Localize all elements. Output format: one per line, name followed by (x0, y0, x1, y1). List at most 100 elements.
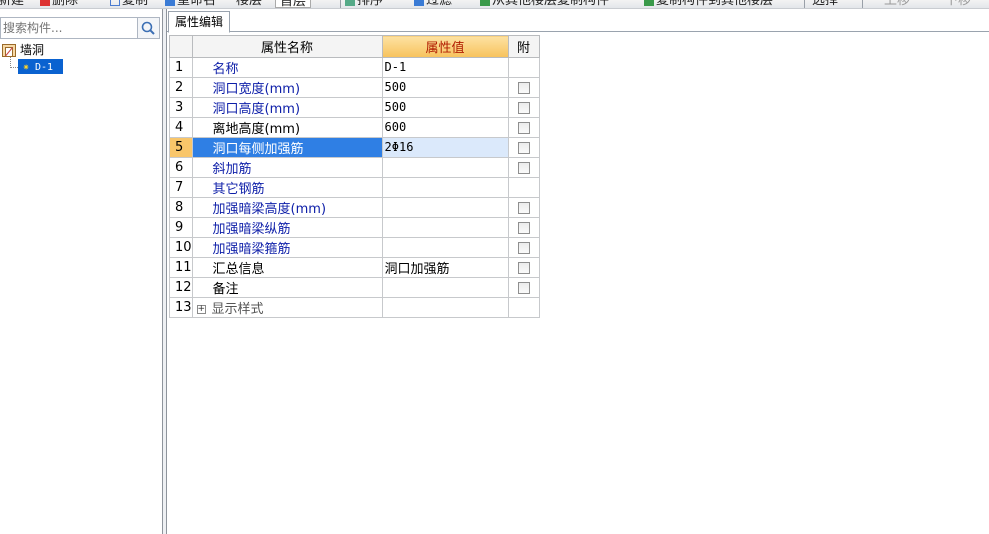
table-row[interactable]: 1 名称 D-1 (169, 57, 540, 78)
tree-node-d1[interactable]: ✷ D-1 (18, 59, 63, 74)
property-value[interactable] (381, 177, 509, 198)
property-value-text: 洞口加强筋 (384, 262, 450, 277)
property-value-text: D-1 (384, 60, 407, 74)
table-row[interactable]: 10 加强暗梁箍筋 (169, 237, 540, 258)
extra-checkbox[interactable] (517, 161, 530, 174)
new-button[interactable]: 新建 (0, 0, 24, 8)
table-row[interactable]: 11 汇总信息 洞口加强筋 (169, 257, 540, 278)
property-value[interactable] (381, 237, 509, 258)
column-header-value[interactable]: 属性值 (381, 35, 509, 58)
move-down-button[interactable]: 下移 (945, 0, 971, 8)
component-list-panel: 墙洞 ✷ D-1 (0, 9, 162, 534)
table-row[interactable]: 12 备注 (169, 277, 540, 298)
copy-icon (110, 0, 120, 6)
property-value[interactable]: 洞口加强筋 (381, 257, 509, 278)
tree-node-label: 墙洞 (20, 43, 45, 57)
filter-button[interactable]: 过滤 (414, 0, 452, 8)
copy-to-floor-label: 复制构件到其他楼层 (656, 0, 774, 8)
row-number: 4 (169, 117, 193, 138)
row-number: 6 (169, 157, 193, 178)
extra-checkbox[interactable] (517, 241, 530, 254)
select-button[interactable]: 选择 (812, 0, 838, 8)
tab-strip: 属性编辑 (167, 9, 989, 33)
property-value[interactable] (381, 197, 509, 218)
extra-checkbox[interactable] (517, 261, 530, 274)
property-name[interactable]: 洞口宽度(mm) (191, 77, 383, 98)
copy-from-floor-button[interactable]: 从其他楼层复制构件 (480, 0, 609, 8)
column-header-extra[interactable]: 附 (507, 35, 540, 58)
property-name[interactable]: 汇总信息 (191, 257, 383, 278)
copy-to-floor-button[interactable]: 复制构件到其他楼层 (644, 0, 773, 8)
row-number: 7 (169, 177, 193, 198)
extra-checkbox[interactable] (517, 81, 530, 94)
extra-checkbox[interactable] (517, 281, 530, 294)
property-name[interactable]: 备注 (191, 277, 383, 298)
property-value[interactable] (381, 157, 509, 178)
extra-checkbox[interactable] (517, 201, 530, 214)
table-row[interactable]: 2 洞口宽度(mm) 500 (169, 77, 540, 98)
property-name[interactable]: 其它钢筋 (191, 177, 383, 198)
table-row[interactable]: 6 斜加筋 (169, 157, 540, 178)
table-row-selected[interactable]: 5 洞口每侧加强筋 2Φ16 (169, 137, 540, 158)
delete-label: 删除 (52, 0, 79, 8)
table-row[interactable]: 3 洞口高度(mm) 500 (169, 97, 540, 118)
expand-icon[interactable]: + (196, 305, 206, 314)
row-number-header (169, 35, 193, 58)
sort-icon (345, 0, 355, 6)
property-name[interactable]: 洞口每侧加强筋 (191, 137, 383, 158)
extra-cell (507, 297, 540, 318)
property-name[interactable]: 离地高度(mm) (191, 117, 383, 138)
property-editor-panel: 属性编辑 属性名称 属性值 附 1 名称 D-1 2 洞口宽度(mm) 500 … (167, 9, 989, 534)
extra-cell (507, 77, 540, 98)
row-number: 5 (169, 137, 193, 158)
wall-opening-icon (2, 44, 16, 57)
table-row[interactable]: 8 加强暗梁高度(mm) (169, 197, 540, 218)
row-number: 12 (169, 277, 193, 298)
property-value[interactable]: 500 (381, 97, 509, 118)
extra-cell (507, 157, 540, 178)
tree-node-label: D-1 (35, 62, 54, 73)
extra-cell (507, 197, 540, 218)
property-value[interactable] (381, 277, 509, 298)
row-number: 1 (169, 57, 193, 78)
tree-node-wall-opening[interactable]: 墙洞 (2, 42, 44, 58)
move-up-button[interactable]: 上移 (884, 0, 910, 8)
property-name[interactable]: 加强暗梁纵筋 (191, 217, 383, 238)
property-name[interactable]: 名称 (191, 57, 383, 78)
table-row[interactable]: 13 + 显示样式 (169, 297, 540, 318)
extra-cell (507, 177, 540, 198)
search-input[interactable] (0, 17, 138, 39)
property-value[interactable]: 600 (381, 117, 509, 138)
toolbar: 新建 删除 复制 重命名 楼层 首层 排序 过滤 从其他楼层复制构件 复制构件到… (0, 0, 989, 9)
row-number: 2 (169, 77, 193, 98)
property-value[interactable] (381, 297, 509, 318)
table-row[interactable]: 7 其它钢筋 (169, 177, 540, 198)
property-name[interactable]: 洞口高度(mm) (191, 97, 383, 118)
property-value[interactable] (381, 217, 509, 238)
extra-checkbox[interactable] (517, 221, 530, 234)
row-number: 3 (169, 97, 193, 118)
property-value[interactable]: 2Φ16 (381, 137, 509, 158)
property-name[interactable]: 加强暗梁箍筋 (191, 237, 383, 258)
property-value[interactable]: 500 (381, 77, 509, 98)
copy-button[interactable]: 复制 (110, 0, 148, 8)
rename-button[interactable]: 重命名 (165, 0, 216, 8)
extra-checkbox[interactable] (517, 141, 530, 154)
extra-checkbox[interactable] (517, 101, 530, 114)
extra-checkbox[interactable] (517, 121, 530, 134)
property-name[interactable]: + 显示样式 (191, 297, 383, 318)
row-number: 8 (169, 197, 193, 218)
table-row[interactable]: 4 离地高度(mm) 600 (169, 117, 540, 138)
delete-button[interactable]: 删除 (40, 0, 78, 8)
property-name[interactable]: 加强暗梁高度(mm) (191, 197, 383, 218)
column-header-name[interactable]: 属性名称 (191, 35, 383, 58)
property-value[interactable]: D-1 (381, 57, 509, 78)
delete-icon (40, 0, 50, 6)
search-button[interactable] (138, 17, 160, 39)
sort-button[interactable]: 排序 (345, 0, 383, 8)
table-row[interactable]: 9 加强暗梁纵筋 (169, 217, 540, 238)
property-value-text: 500 (384, 100, 407, 114)
tab-property-edit[interactable]: 属性编辑 (168, 11, 230, 33)
property-name[interactable]: 斜加筋 (191, 157, 383, 178)
floor-select[interactable]: 首层 (275, 0, 312, 8)
